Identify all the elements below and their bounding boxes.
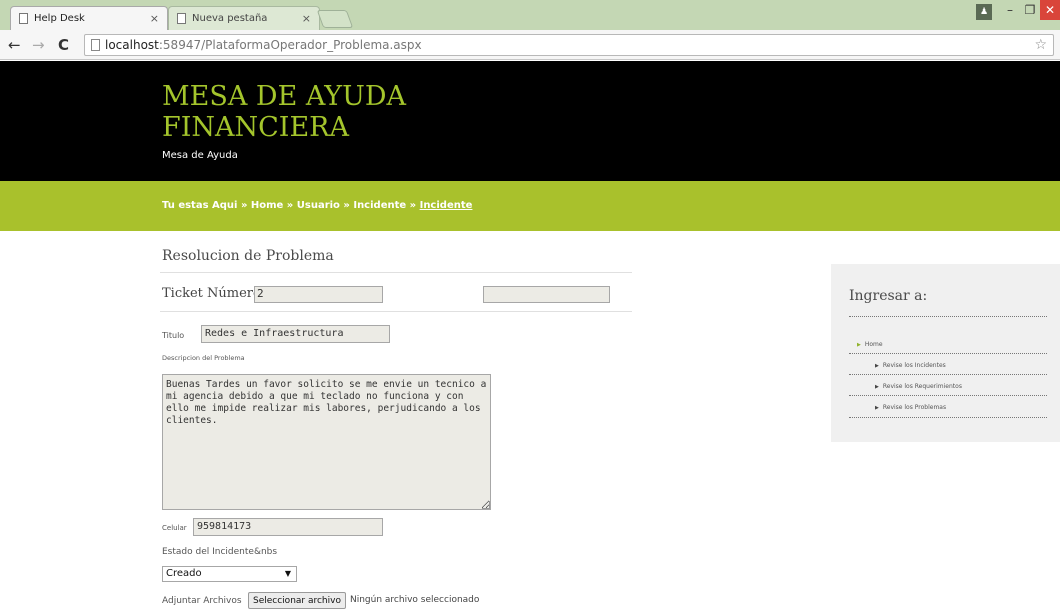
browser-toolbar: ← → C localhost:58947/PlataformaOperador… <box>0 30 1060 60</box>
breadcrumb: Tu estas Aqui » Home » Usuario » Inciden… <box>162 200 472 211</box>
divider <box>849 417 1047 418</box>
site-subtitle: Mesa de Ayuda <box>162 150 238 161</box>
page-icon <box>177 13 186 24</box>
arrow-right-icon: ▶ <box>875 404 879 411</box>
breadcrumb-bar: Tu estas Aqui » Home » Usuario » Inciden… <box>0 181 1060 231</box>
sidebar-item-label: Revise los Incidentes <box>882 362 946 369</box>
page-icon <box>91 39 100 51</box>
titulo-field[interactable]: Redes e Infraestructura <box>201 325 390 343</box>
textarea-resize-handle[interactable] <box>482 501 490 509</box>
divider <box>160 311 632 312</box>
estado-label: Estado del Incidente&nbs <box>162 547 278 557</box>
section-title: Resolucion de Problema <box>162 248 334 264</box>
tab-help-desk[interactable]: Help Desk × <box>10 6 168 30</box>
bookmark-star-icon[interactable]: ☆ <box>1034 35 1047 55</box>
site-title: MESA DE AYUDA FINANCIERA <box>162 81 407 143</box>
arrow-right-icon: ▶ <box>875 362 879 369</box>
user-profile-icon[interactable]: ♟ <box>976 4 992 20</box>
estado-select[interactable]: Creado ▼ <box>162 566 297 582</box>
adjuntar-label: Adjuntar Archivos <box>162 596 242 606</box>
sidebar-item-label: Home <box>864 341 883 348</box>
file-status-text: Ningún archivo seleccionado <box>350 595 480 605</box>
breadcrumb-trail[interactable]: Tu estas Aqui » Home » Usuario » Inciden… <box>162 200 420 211</box>
sidebar-item-home[interactable]: ▶ Home <box>857 341 883 348</box>
breadcrumb-current-link[interactable]: Incidente <box>420 200 473 211</box>
divider <box>160 272 632 273</box>
arrow-right-icon: ▶ <box>875 383 879 390</box>
sidebar-item-requerimientos[interactable]: ▶ Revise los Requerimientos <box>875 383 962 390</box>
estado-selected-value: Creado <box>166 568 202 579</box>
reload-icon[interactable]: C <box>58 36 69 54</box>
tab-title: Nueva pestaña <box>192 13 268 24</box>
forward-arrow-icon[interactable]: → <box>32 36 45 54</box>
descripcion-textarea[interactable]: Buenas Tardes un favor solicito se me en… <box>162 374 491 510</box>
tab-close-icon[interactable]: × <box>150 12 159 25</box>
site-header: MESA DE AYUDA FINANCIERA Mesa de Ayuda <box>0 61 1060 181</box>
tab-title: Help Desk <box>34 13 85 24</box>
maximize-button[interactable]: ❐ <box>1020 0 1040 20</box>
new-tab-button[interactable] <box>316 10 354 28</box>
back-arrow-icon[interactable]: ← <box>8 36 21 54</box>
address-bar[interactable]: localhost:58947/PlataformaOperador_Probl… <box>84 34 1054 56</box>
divider <box>849 395 1047 396</box>
celular-field[interactable]: 959814173 <box>193 518 383 536</box>
descripcion-label: Descripcion del Problema <box>162 354 245 362</box>
dropdown-arrow-icon: ▼ <box>284 569 291 578</box>
ticket-number-field[interactable]: 2 <box>254 286 383 303</box>
arrow-right-icon: ▶ <box>857 341 861 348</box>
browser-titlebar: Help Desk × Nueva pestaña × ♟ – ❐ ✕ <box>0 0 1060 30</box>
divider <box>849 316 1047 317</box>
url-host: localhost <box>105 38 159 52</box>
tab-close-icon[interactable]: × <box>302 12 311 25</box>
ticket-extra-field[interactable] <box>483 286 610 303</box>
sidebar-item-incidentes[interactable]: ▶ Revise los Incidentes <box>875 362 946 369</box>
select-file-button[interactable]: Seleccionar archivo <box>248 592 346 609</box>
sidebar-item-label: Revise los Problemas <box>882 404 947 411</box>
sidebar-item-label: Revise los Requerimientos <box>882 383 962 390</box>
page-icon <box>19 13 28 24</box>
tab-new-tab[interactable]: Nueva pestaña × <box>168 6 320 30</box>
divider <box>849 353 1047 354</box>
ticket-number-label: Ticket Número: <box>162 286 266 301</box>
window-close-button[interactable]: ✕ <box>1040 0 1060 20</box>
sidebar-item-problemas[interactable]: ▶ Revise los Problemas <box>875 404 946 411</box>
celular-label: Celular <box>162 524 187 532</box>
minimize-button[interactable]: – <box>1000 0 1020 20</box>
divider <box>849 374 1047 375</box>
url-path: :58947/PlataformaOperador_Problema.aspx <box>158 38 422 52</box>
sidebar-title: Ingresar a: <box>849 288 928 304</box>
titulo-label: Titulo <box>162 331 185 340</box>
sidebar: Ingresar a: ▶ Home ▶ Revise los Incident… <box>831 264 1060 442</box>
